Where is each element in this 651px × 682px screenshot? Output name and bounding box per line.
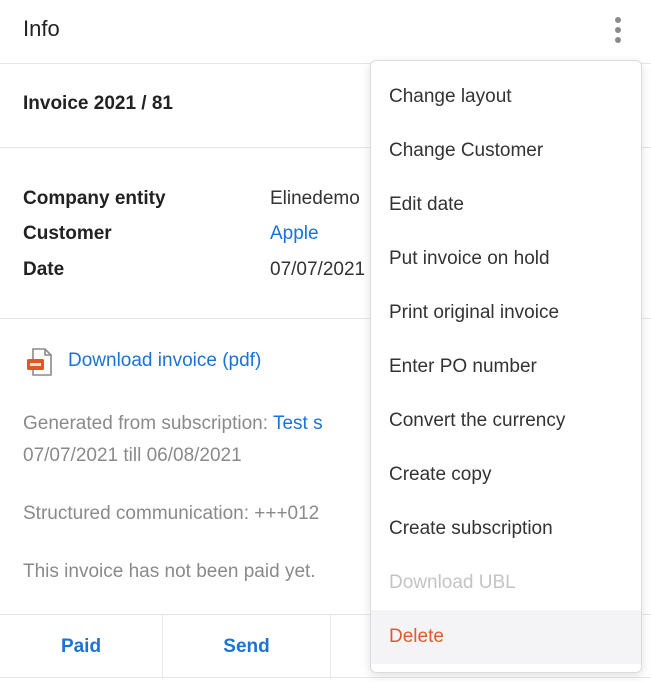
- more-options-icon[interactable]: [604, 12, 632, 48]
- company-entity-value: Elinedemo: [270, 188, 360, 209]
- info-header: Info: [0, 0, 651, 64]
- menu-item-convert-currency[interactable]: Convert the currency: [371, 394, 641, 448]
- menu-item-create-subscription[interactable]: Create subscription: [371, 502, 641, 556]
- invoice-title: Invoice 2021 / 81: [23, 93, 173, 114]
- menu-item-edit-date[interactable]: Edit date: [371, 178, 641, 232]
- menu-item-put-on-hold[interactable]: Put invoice on hold: [371, 232, 641, 286]
- menu-item-change-layout[interactable]: Change layout: [371, 70, 641, 124]
- send-button[interactable]: Send: [163, 615, 331, 678]
- generated-prefix: Generated from subscription:: [23, 413, 269, 434]
- kebab-dot: [615, 37, 621, 43]
- menu-item-create-copy[interactable]: Create copy: [371, 448, 641, 502]
- payment-status-text: This invoice has not been paid yet.: [23, 561, 316, 582]
- structured-communication: Structured communication: +++012: [23, 503, 320, 524]
- download-invoice-label[interactable]: Download invoice (pdf): [68, 350, 261, 372]
- customer-label: Customer: [23, 223, 112, 244]
- kebab-dot: [615, 27, 621, 33]
- generated-from-text: Generated from subscription: Test s: [23, 413, 323, 435]
- more-options-menu: Change layout Change Customer Edit date …: [370, 60, 642, 673]
- menu-item-enter-po-number[interactable]: Enter PO number: [371, 340, 641, 394]
- menu-item-delete[interactable]: Delete: [371, 610, 641, 664]
- company-entity-label: Company entity: [23, 188, 166, 209]
- subscription-link[interactable]: Test s: [273, 413, 323, 434]
- menu-item-print-original[interactable]: Print original invoice: [371, 286, 641, 340]
- pdf-file-icon: [27, 348, 52, 376]
- page-title: Info: [23, 16, 60, 41]
- menu-item-change-customer[interactable]: Change Customer: [371, 124, 641, 178]
- paid-button[interactable]: Paid: [0, 615, 163, 678]
- menu-item-download-ubl: Download UBL: [389, 572, 516, 593]
- date-label: Date: [23, 259, 65, 280]
- subscription-period: 07/07/2021 till 06/08/2021: [23, 445, 242, 466]
- kebab-dot: [615, 17, 621, 23]
- date-value: 07/07/2021: [270, 259, 366, 280]
- customer-link[interactable]: Apple: [270, 223, 319, 245]
